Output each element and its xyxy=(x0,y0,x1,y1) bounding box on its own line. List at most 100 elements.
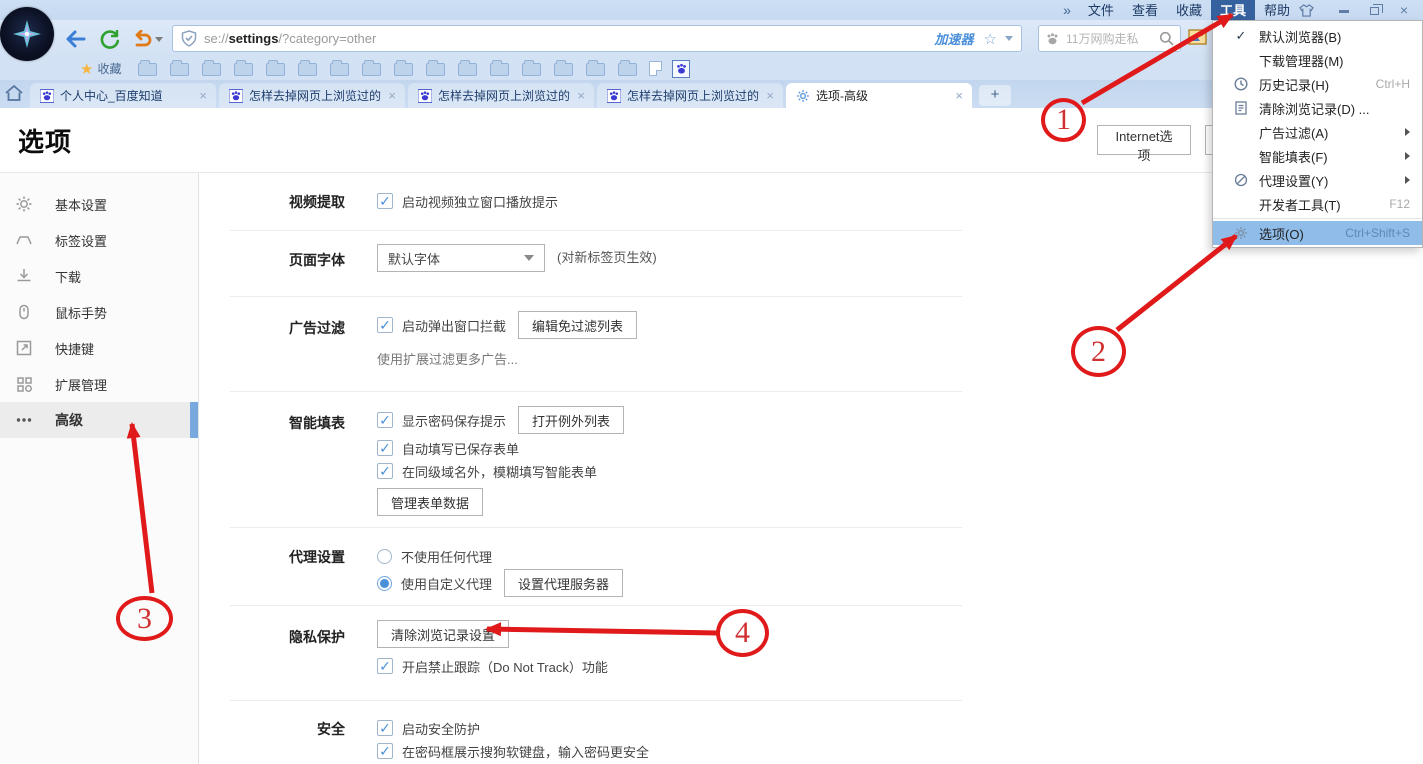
close-button[interactable]: × xyxy=(1389,0,1419,20)
bookmark-folder-icon[interactable] xyxy=(426,63,445,76)
bookmark-folder-icon[interactable] xyxy=(234,63,253,76)
menu-item-options[interactable]: 选项(O) Ctrl+Shift+S xyxy=(1213,221,1422,245)
checkbox-fuzzy-fill[interactable]: ✓ xyxy=(377,463,393,479)
menu-view[interactable]: 查看 xyxy=(1123,0,1167,20)
sidebar-item-advanced[interactable]: 高级 xyxy=(0,402,198,438)
section-page-font: 页面字体 默认字体 (对新标签页生效) xyxy=(230,244,657,272)
address-dropdown-caret[interactable] xyxy=(1005,36,1013,41)
checkbox-video-popup-hint[interactable]: ✓ xyxy=(377,193,393,209)
sidebar-item-label: 基本设置 xyxy=(55,195,107,214)
checkbox-password-save-hint[interactable]: ✓ xyxy=(377,412,393,428)
menu-tools[interactable]: 工具 xyxy=(1211,0,1255,20)
checkbox-do-not-track[interactable]: ✓ xyxy=(377,658,393,674)
check-icon: ✓ xyxy=(379,744,391,758)
menu-item-developer-tools[interactable]: 开发者工具(T) F12 xyxy=(1213,192,1422,216)
menu-item-clear-browsing-history[interactable]: 清除浏览记录(D) ... xyxy=(1213,96,1422,120)
favorites-star-icon[interactable]: ★ xyxy=(80,60,93,78)
tab-how-to-remove-history-1[interactable]: 怎样去掉网页上浏览过的 × xyxy=(219,83,405,108)
menu-item-ad-filter[interactable]: 广告过滤(A) xyxy=(1213,120,1422,144)
menu-favorites[interactable]: 收藏 xyxy=(1167,0,1211,20)
shortcut-icon xyxy=(15,339,33,357)
bookmark-folder-icon[interactable] xyxy=(202,63,221,76)
search-engine-paw-icon[interactable] xyxy=(1045,32,1060,46)
tab-baidu-personal-center[interactable]: 个人中心_百度知道 × xyxy=(30,83,216,108)
bookmark-folder-icon[interactable] xyxy=(586,63,605,76)
edit-filter-whitelist-button[interactable]: 编辑免过滤列表 xyxy=(518,311,637,339)
site-security-shield-icon[interactable] xyxy=(181,30,197,47)
bookmark-folder-icon[interactable] xyxy=(490,63,509,76)
sidebar-item-tab-settings[interactable]: 标签设置 xyxy=(0,222,198,258)
radio-label: 使用自定义代理 xyxy=(401,574,492,593)
link-icon xyxy=(1233,172,1249,188)
search-input[interactable]: 11万网购走私 xyxy=(1038,25,1181,52)
home-button[interactable] xyxy=(4,84,24,102)
bookmark-folder-icon[interactable] xyxy=(554,63,573,76)
bookmark-page-icon[interactable] xyxy=(649,61,662,76)
address-bar[interactable]: se://settings/?category=other 加速器 ☆ xyxy=(172,25,1022,52)
screenshot-tool-icon[interactable] xyxy=(1188,29,1207,45)
restore-button[interactable] xyxy=(1359,0,1389,20)
menu-item-download-manager[interactable]: 下载管理器(M) xyxy=(1213,48,1422,72)
mouse-icon xyxy=(15,303,33,321)
sidebar-item-mouse-gestures[interactable]: 鼠标手势 xyxy=(0,294,198,330)
skin-icon[interactable] xyxy=(1299,4,1329,17)
tab-close-icon[interactable]: × xyxy=(763,88,777,103)
tab-how-to-remove-history-3[interactable]: 怎样去掉网页上浏览过的 × xyxy=(597,83,783,108)
search-magnifier-icon[interactable] xyxy=(1159,31,1174,46)
open-exceptions-button[interactable]: 打开例外列表 xyxy=(518,406,624,434)
accelerator-label[interactable]: 加速器 xyxy=(935,29,974,48)
sidebar-item-download[interactable]: 下载 xyxy=(0,258,198,294)
bookmark-folder-icon[interactable] xyxy=(266,63,285,76)
sidebar-item-shortcuts[interactable]: 快捷键 xyxy=(0,330,198,366)
checkbox-popup-blocker[interactable]: ✓ xyxy=(377,317,393,333)
menu-file[interactable]: 文件 xyxy=(1079,0,1123,20)
bookmark-folder-icon[interactable] xyxy=(330,63,349,76)
new-tab-button[interactable]: + xyxy=(979,85,1011,106)
check-icon: ✓ xyxy=(379,441,391,455)
sidebar-item-basic-settings[interactable]: 基本设置 xyxy=(0,186,198,222)
menu-item-history[interactable]: 历史记录(H) Ctrl+H xyxy=(1213,72,1422,96)
bookmark-folder-icon[interactable] xyxy=(522,63,541,76)
set-proxy-server-button[interactable]: 设置代理服务器 xyxy=(504,569,623,597)
section-proxy: 代理设置 不使用任何代理 使用自定义代理 设置代理服务器 xyxy=(230,545,623,597)
tab-close-icon[interactable]: × xyxy=(196,88,210,103)
bookmark-folder-icon[interactable] xyxy=(298,63,317,76)
bookmark-folder-icon[interactable] xyxy=(138,63,157,76)
tab-options-advanced[interactable]: 选项-高级 × xyxy=(786,83,972,108)
toolbar-overflow-chevron[interactable]: » xyxy=(1055,2,1079,18)
refresh-button[interactable] xyxy=(97,26,123,52)
favorites-label[interactable]: 收藏 xyxy=(97,60,121,77)
radio-custom-proxy[interactable] xyxy=(377,576,392,591)
menu-item-proxy-settings[interactable]: 代理设置(Y) xyxy=(1213,168,1422,192)
bookmark-paw-icon[interactable] xyxy=(672,60,690,78)
menu-item-default-browser[interactable]: ✓ 默认浏览器(B) xyxy=(1213,24,1422,48)
clear-browsing-history-settings-button[interactable]: 清除浏览记录设置 xyxy=(377,620,509,648)
menu-shortcut: Ctrl+H xyxy=(1376,77,1422,91)
checkbox-security-protection[interactable]: ✓ xyxy=(377,720,393,736)
bookmark-folder-icon[interactable] xyxy=(458,63,477,76)
bookmark-folder-icon[interactable] xyxy=(394,63,413,76)
bookmark-folder-icon[interactable] xyxy=(618,63,637,76)
checkbox-autofill-saved-forms[interactable]: ✓ xyxy=(377,440,393,456)
section-autofill: 智能填表 ✓ 显示密码保存提示 打开例外列表 ✓ 自动填写已保存表单 ✓ 在同级… xyxy=(230,406,624,516)
tab-close-icon[interactable]: × xyxy=(952,88,966,103)
bookmark-star-icon[interactable]: ☆ xyxy=(984,30,997,48)
bookmark-folder-icon[interactable] xyxy=(362,63,381,76)
font-select[interactable]: 默认字体 xyxy=(377,244,545,272)
back-button[interactable] xyxy=(62,26,88,52)
tab-how-to-remove-history-2[interactable]: 怎样去掉网页上浏览过的 × xyxy=(408,83,594,108)
radio-no-proxy[interactable] xyxy=(377,549,392,564)
menu-item-autofill[interactable]: 智能填表(F) xyxy=(1213,144,1422,168)
undo-dropdown-caret[interactable] xyxy=(152,26,166,52)
menu-help[interactable]: 帮助 xyxy=(1255,0,1299,20)
browser-avatar-logo[interactable] xyxy=(0,7,54,61)
minimize-button[interactable] xyxy=(1329,0,1359,20)
tab-close-icon[interactable]: × xyxy=(574,88,588,103)
sidebar-item-extensions[interactable]: 扩展管理 xyxy=(0,366,198,402)
bookmark-folder-icon[interactable] xyxy=(170,63,189,76)
tab-close-icon[interactable]: × xyxy=(385,88,399,103)
internet-options-button[interactable]: Internet选项 xyxy=(1097,125,1191,155)
checkbox-soft-keyboard[interactable]: ✓ xyxy=(377,743,393,759)
more-ad-filter-link[interactable]: 使用扩展过滤更多广告... xyxy=(377,349,518,368)
manage-form-data-button[interactable]: 管理表单数据 xyxy=(377,488,483,516)
